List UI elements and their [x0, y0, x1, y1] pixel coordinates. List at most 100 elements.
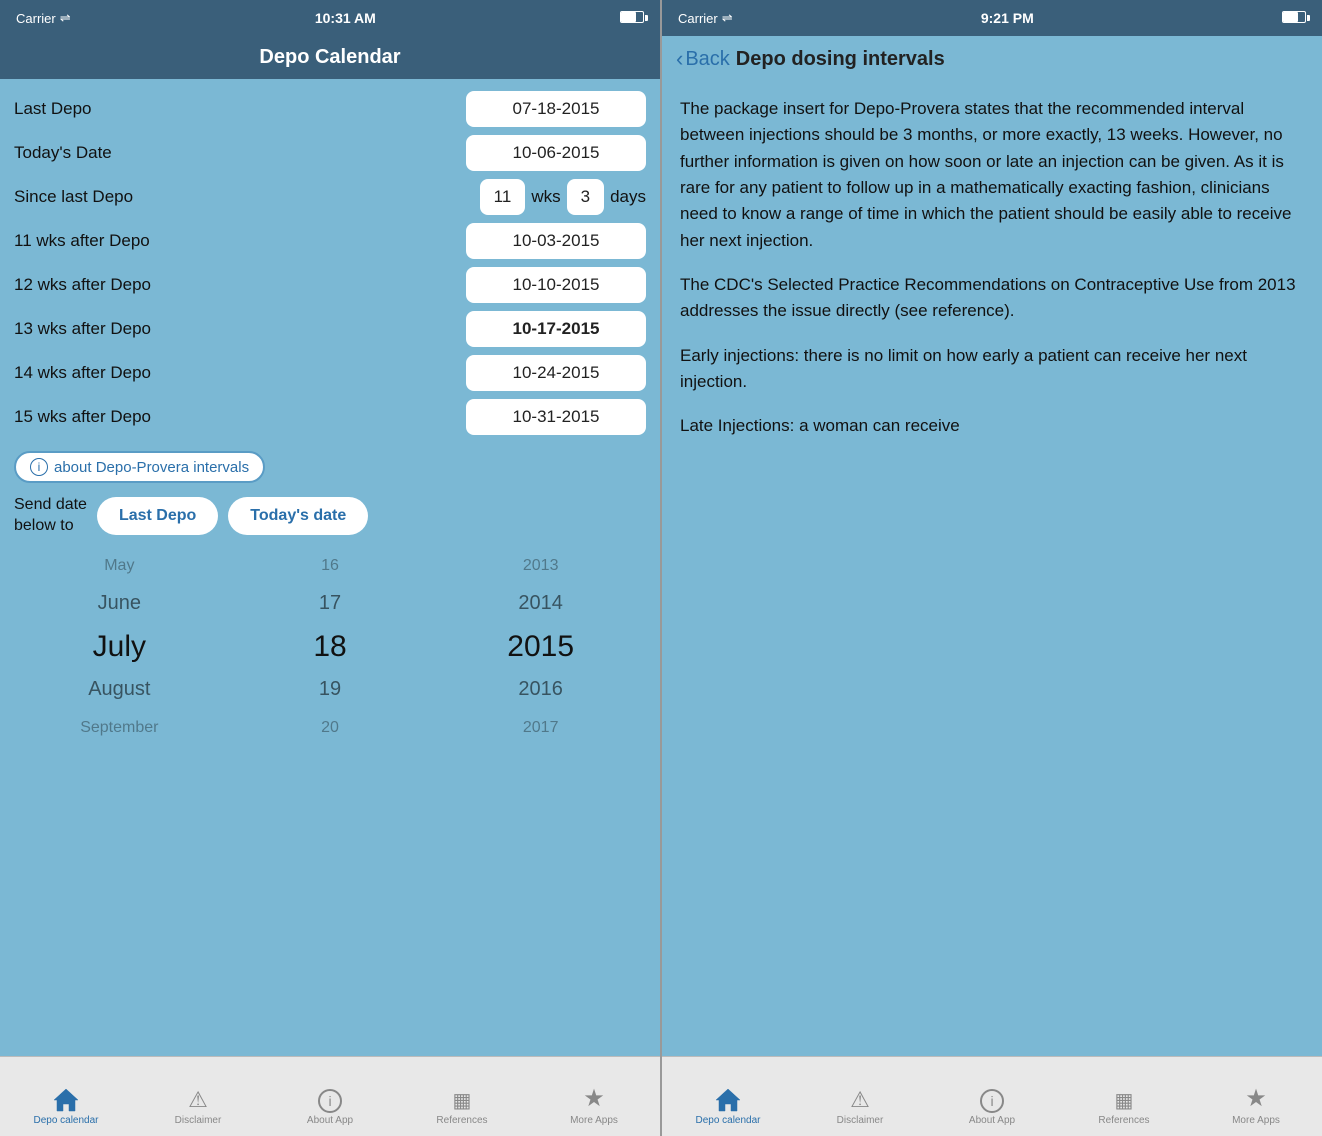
year-picker-col[interactable]: 2013 2014 2015 2016 2017	[435, 547, 646, 747]
info-circle-icon: i	[30, 458, 48, 476]
month-august: August	[14, 670, 225, 708]
info-icon: i	[318, 1089, 342, 1113]
right-tab-about-app[interactable]: i About App	[926, 1089, 1058, 1130]
wks-unit: wks	[531, 187, 560, 207]
references-icon: ▦	[453, 1088, 472, 1113]
right-detail-header: ‹ Back Depo dosing intervals	[662, 36, 1322, 82]
wk15-value: 10-31-2015	[466, 399, 646, 435]
tab-about-app-label: About App	[307, 1115, 353, 1126]
month-september: September	[14, 709, 225, 747]
left-main-content: Last Depo 07-18-2015 Today's Date 10-06-…	[0, 79, 660, 1056]
right-tab-more-apps[interactable]: ★ More Apps	[1190, 1084, 1322, 1130]
wk12-label: 12 wks after Depo	[14, 275, 151, 295]
tab-references[interactable]: ▦ References	[396, 1088, 528, 1130]
back-label: Back	[685, 48, 729, 71]
paragraph-1: The package insert for Depo-Provera stat…	[680, 96, 1304, 254]
last-depo-row: Last Depo 07-18-2015	[14, 91, 646, 127]
right-references-icon: ▦	[1115, 1088, 1134, 1113]
wk14-row: 14 wks after Depo 10-24-2015	[14, 355, 646, 391]
todays-date-row: Today's Date 10-06-2015	[14, 135, 646, 171]
right-info-icon: i	[980, 1089, 1004, 1113]
day-18: 18	[225, 623, 436, 671]
since-weeks-box[interactable]: 11	[480, 179, 526, 215]
wk11-row: 11 wks after Depo 10-03-2015	[14, 223, 646, 259]
date-picker[interactable]: May June July August September 16 17 18 …	[14, 547, 646, 747]
paragraph-4: Late Injections: a woman can receive	[680, 413, 1304, 439]
year-2014: 2014	[435, 585, 646, 623]
tab-depo-calendar[interactable]: Depo calendar	[0, 1087, 132, 1130]
carrier-text: Carrier	[16, 11, 56, 26]
right-home-icon	[714, 1087, 742, 1113]
wk14-value: 10-24-2015	[466, 355, 646, 391]
wk13-value: 10-17-2015	[466, 311, 646, 347]
wk14-label: 14 wks after Depo	[14, 363, 151, 383]
send-last-depo-button[interactable]: Last Depo	[97, 497, 218, 535]
day-19: 19	[225, 670, 436, 708]
right-battery-indicator	[1282, 11, 1306, 26]
right-tab-depo-calendar[interactable]: Depo calendar	[662, 1087, 794, 1130]
since-last-label: Since last Depo	[14, 187, 133, 207]
info-button[interactable]: i about Depo-Provera intervals	[14, 451, 265, 483]
last-depo-value[interactable]: 07-18-2015	[466, 91, 646, 127]
right-carrier: Carrier ⇌	[678, 10, 733, 26]
wifi-icon: ⇌	[60, 10, 71, 26]
star-icon: ★	[583, 1084, 605, 1113]
info-btn-label: about Depo-Provera intervals	[54, 459, 249, 476]
tab-about-app[interactable]: i About App	[264, 1089, 396, 1130]
day-17: 17	[225, 585, 436, 623]
month-picker-col[interactable]: May June July August September	[14, 547, 225, 747]
paragraph-3: Early injections: there is no limit on h…	[680, 343, 1304, 396]
wk13-label: 13 wks after Depo	[14, 319, 151, 339]
right-status-bar: Carrier ⇌ 9:21 PM	[662, 0, 1322, 36]
right-warning-icon: ⚠	[850, 1087, 870, 1113]
right-tab-references[interactable]: ▦ References	[1058, 1088, 1190, 1130]
wk15-row: 15 wks after Depo 10-31-2015	[14, 399, 646, 435]
left-carrier: Carrier ⇌	[16, 10, 71, 26]
app-title: Depo Calendar	[259, 46, 400, 68]
send-todays-date-button[interactable]: Today's date	[228, 497, 368, 535]
right-tab-disclaimer[interactable]: ⚠ Disclaimer	[794, 1087, 926, 1130]
wk15-label: 15 wks after Depo	[14, 407, 151, 427]
last-depo-label: Last Depo	[14, 99, 92, 119]
todays-date-label: Today's Date	[14, 143, 112, 163]
wk11-label: 11 wks after Depo	[14, 231, 150, 251]
right-carrier-text: Carrier	[678, 11, 718, 26]
wk11-value: 10-03-2015	[466, 223, 646, 259]
wk13-row: 13 wks after Depo 10-17-2015	[14, 311, 646, 347]
tab-depo-calendar-label: Depo calendar	[33, 1115, 98, 1126]
tab-disclaimer-label: Disclaimer	[175, 1115, 222, 1126]
month-july: July	[14, 623, 225, 671]
tab-references-label: References	[436, 1115, 487, 1126]
right-phone: Carrier ⇌ 9:21 PM ‹ Back Depo dosing int…	[662, 0, 1322, 1136]
day-16: 16	[225, 547, 436, 585]
year-2013: 2013	[435, 547, 646, 585]
right-star-icon: ★	[1245, 1084, 1267, 1113]
tab-disclaimer[interactable]: ⚠ Disclaimer	[132, 1087, 264, 1130]
back-button[interactable]: ‹ Back	[676, 46, 730, 72]
tab-more-apps[interactable]: ★ More Apps	[528, 1084, 660, 1130]
left-phone: Carrier ⇌ 10:31 AM Depo Calendar Last De…	[0, 0, 660, 1136]
left-status-bar: Carrier ⇌ 10:31 AM	[0, 0, 660, 36]
since-boxes: 11 wks 3 days	[480, 179, 646, 215]
send-label: Send date below to	[14, 495, 87, 537]
day-picker-col[interactable]: 16 17 18 19 20	[225, 547, 436, 747]
tab-more-apps-label: More Apps	[570, 1115, 618, 1126]
right-detail-content: The package insert for Depo-Provera stat…	[662, 82, 1322, 1056]
todays-date-value[interactable]: 10-06-2015	[466, 135, 646, 171]
left-tab-bar: Depo calendar ⚠ Disclaimer i About App ▦…	[0, 1056, 660, 1136]
battery-indicator	[620, 11, 644, 26]
since-days-box[interactable]: 3	[567, 179, 604, 215]
year-2015: 2015	[435, 623, 646, 671]
month-june: June	[14, 585, 225, 623]
year-2016: 2016	[435, 670, 646, 708]
days-unit: days	[610, 187, 646, 207]
year-2017: 2017	[435, 709, 646, 747]
paragraph-2: The CDC's Selected Practice Recommendati…	[680, 272, 1304, 325]
warning-icon: ⚠	[188, 1087, 208, 1113]
right-tab-depo-calendar-label: Depo calendar	[695, 1115, 760, 1126]
right-wifi-icon: ⇌	[722, 10, 733, 26]
right-time: 9:21 PM	[981, 10, 1034, 26]
right-tab-references-label: References	[1098, 1115, 1149, 1126]
right-tab-bar: Depo calendar ⚠ Disclaimer i About App ▦…	[662, 1056, 1322, 1136]
page-title: Depo dosing intervals	[736, 48, 945, 71]
